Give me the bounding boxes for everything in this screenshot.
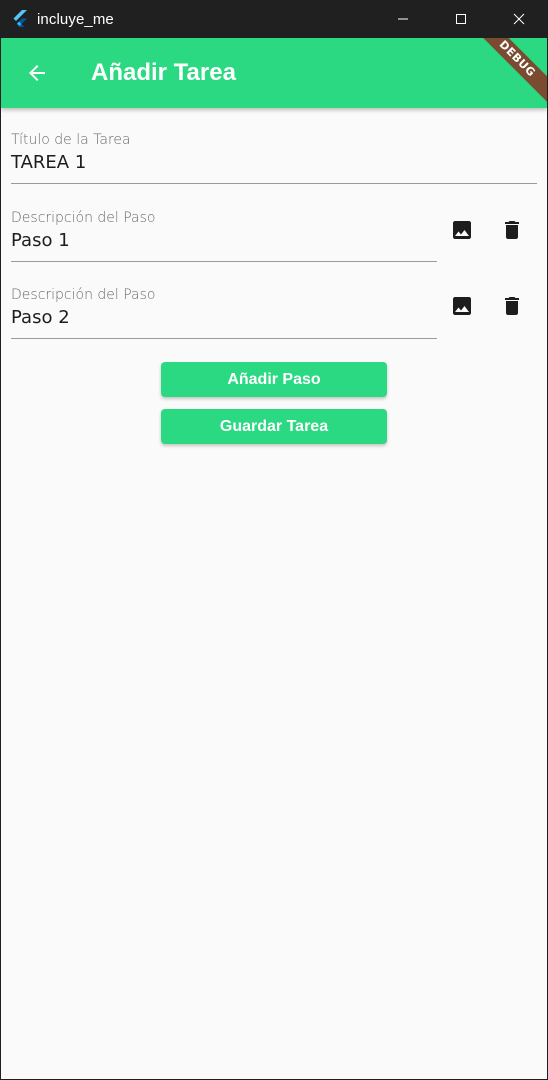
step-description-label: Descripción del Paso (11, 210, 156, 226)
step-description-value[interactable]: Paso 2 (11, 307, 437, 328)
image-icon[interactable] (447, 215, 477, 245)
close-icon[interactable] (490, 0, 548, 38)
flutter-icon (11, 9, 31, 29)
maximize-icon[interactable] (432, 0, 490, 38)
step-description-label: Descripción del Paso (11, 287, 156, 303)
field-underline (11, 338, 437, 339)
trash-icon[interactable] (497, 291, 527, 321)
app-window: Añadir Tarea DEBUG Título de la Tarea TA… (1, 38, 547, 1079)
app-bar: Añadir Tarea DEBUG (1, 38, 547, 108)
field-underline (11, 183, 537, 184)
task-title-label: Título de la Tarea (11, 132, 131, 148)
step-description-field[interactable]: Descripción del Paso Paso 2 (11, 287, 437, 339)
window-titlebar: incluye_me (0, 0, 548, 38)
minimize-icon[interactable] (374, 0, 432, 38)
arrow-back-icon[interactable] (22, 58, 52, 88)
window-title: incluye_me (37, 10, 114, 28)
step-description-value[interactable]: Paso 1 (11, 230, 437, 251)
debug-banner: DEBUG (468, 38, 547, 108)
image-icon[interactable] (447, 291, 477, 321)
task-title-field[interactable]: Título de la Tarea TAREA 1 (11, 132, 537, 184)
task-title-value[interactable]: TAREA 1 (11, 152, 537, 173)
trash-icon[interactable] (497, 215, 527, 245)
window-controls (374, 0, 548, 38)
save-task-button[interactable]: Guardar Tarea (161, 409, 387, 444)
step-description-field[interactable]: Descripción del Paso Paso 1 (11, 210, 437, 262)
add-step-button[interactable]: Añadir Paso (161, 362, 387, 397)
page-title: Añadir Tarea (91, 59, 236, 86)
field-underline (11, 261, 437, 262)
